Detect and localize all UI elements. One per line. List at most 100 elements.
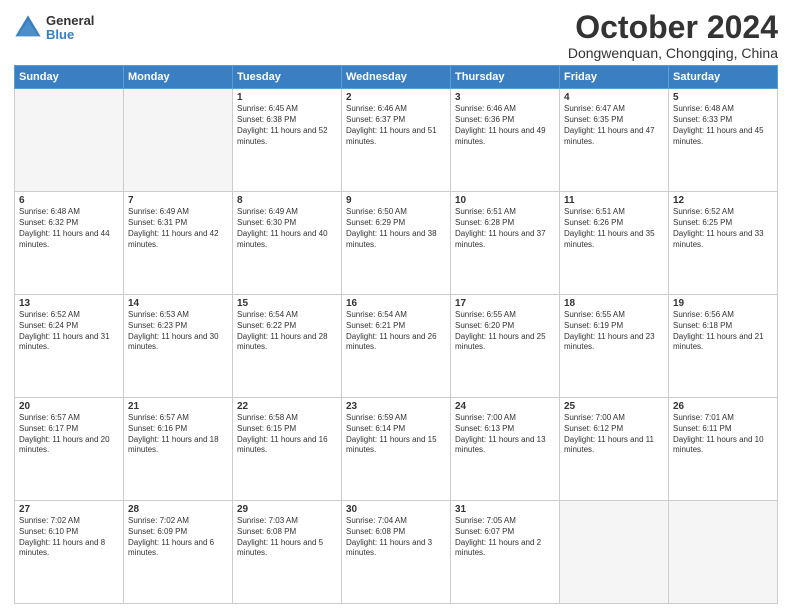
day-number: 23: [346, 401, 446, 412]
weekday-header: Thursday: [451, 66, 560, 89]
calendar-day-cell: 25Sunrise: 7:00 AMSunset: 6:12 PMDayligh…: [560, 398, 669, 501]
day-info: Sunrise: 6:52 AMSunset: 6:25 PMDaylight:…: [673, 207, 773, 250]
day-info: Sunrise: 6:47 AMSunset: 6:35 PMDaylight:…: [564, 104, 664, 147]
calendar-day-cell: 29Sunrise: 7:03 AMSunset: 6:08 PMDayligh…: [233, 501, 342, 604]
day-info: Sunrise: 6:57 AMSunset: 6:16 PMDaylight:…: [128, 413, 228, 456]
logo-blue: Blue: [46, 28, 94, 42]
weekday-header: Sunday: [15, 66, 124, 89]
day-info: Sunrise: 7:02 AMSunset: 6:10 PMDaylight:…: [19, 516, 119, 559]
day-number: 19: [673, 298, 773, 309]
day-number: 26: [673, 401, 773, 412]
day-info: Sunrise: 6:55 AMSunset: 6:20 PMDaylight:…: [455, 310, 555, 353]
day-number: 30: [346, 504, 446, 515]
day-info: Sunrise: 7:03 AMSunset: 6:08 PMDaylight:…: [237, 516, 337, 559]
day-number: 14: [128, 298, 228, 309]
header: General Blue October 2024 Dongwenquan, C…: [14, 10, 778, 61]
calendar-body: 1Sunrise: 6:45 AMSunset: 6:38 PMDaylight…: [15, 89, 778, 604]
calendar-day-cell: 16Sunrise: 6:54 AMSunset: 6:21 PMDayligh…: [342, 295, 451, 398]
day-number: 10: [455, 195, 555, 206]
calendar-day-cell: 12Sunrise: 6:52 AMSunset: 6:25 PMDayligh…: [669, 192, 778, 295]
day-info: Sunrise: 6:46 AMSunset: 6:36 PMDaylight:…: [455, 104, 555, 147]
day-number: 17: [455, 298, 555, 309]
day-info: Sunrise: 7:00 AMSunset: 6:13 PMDaylight:…: [455, 413, 555, 456]
calendar-day-cell: 5Sunrise: 6:48 AMSunset: 6:33 PMDaylight…: [669, 89, 778, 192]
calendar-day-cell: 7Sunrise: 6:49 AMSunset: 6:31 PMDaylight…: [124, 192, 233, 295]
day-number: 1: [237, 92, 337, 103]
calendar-day-cell: 23Sunrise: 6:59 AMSunset: 6:14 PMDayligh…: [342, 398, 451, 501]
calendar-day-cell: 15Sunrise: 6:54 AMSunset: 6:22 PMDayligh…: [233, 295, 342, 398]
day-number: 15: [237, 298, 337, 309]
day-number: 9: [346, 195, 446, 206]
day-info: Sunrise: 6:50 AMSunset: 6:29 PMDaylight:…: [346, 207, 446, 250]
day-info: Sunrise: 6:54 AMSunset: 6:22 PMDaylight:…: [237, 310, 337, 353]
day-info: Sunrise: 7:00 AMSunset: 6:12 PMDaylight:…: [564, 413, 664, 456]
day-number: 2: [346, 92, 446, 103]
day-number: 18: [564, 298, 664, 309]
day-number: 22: [237, 401, 337, 412]
calendar-day-cell: 19Sunrise: 6:56 AMSunset: 6:18 PMDayligh…: [669, 295, 778, 398]
calendar-day-cell: [15, 89, 124, 192]
day-number: 3: [455, 92, 555, 103]
day-number: 21: [128, 401, 228, 412]
calendar-day-cell: 1Sunrise: 6:45 AMSunset: 6:38 PMDaylight…: [233, 89, 342, 192]
page: General Blue October 2024 Dongwenquan, C…: [0, 0, 792, 612]
day-number: 4: [564, 92, 664, 103]
day-number: 29: [237, 504, 337, 515]
day-number: 11: [564, 195, 664, 206]
day-info: Sunrise: 6:51 AMSunset: 6:26 PMDaylight:…: [564, 207, 664, 250]
calendar-day-cell: [669, 501, 778, 604]
weekday-header: Wednesday: [342, 66, 451, 89]
calendar-day-cell: 3Sunrise: 6:46 AMSunset: 6:36 PMDaylight…: [451, 89, 560, 192]
day-number: 7: [128, 195, 228, 206]
calendar-day-cell: [124, 89, 233, 192]
weekday-header: Monday: [124, 66, 233, 89]
day-number: 6: [19, 195, 119, 206]
logo-general: General: [46, 14, 94, 28]
calendar-day-cell: 8Sunrise: 6:49 AMSunset: 6:30 PMDaylight…: [233, 192, 342, 295]
weekday-header: Saturday: [669, 66, 778, 89]
calendar-day-cell: 28Sunrise: 7:02 AMSunset: 6:09 PMDayligh…: [124, 501, 233, 604]
day-number: 16: [346, 298, 446, 309]
calendar-week-row: 20Sunrise: 6:57 AMSunset: 6:17 PMDayligh…: [15, 398, 778, 501]
day-number: 5: [673, 92, 773, 103]
day-info: Sunrise: 7:04 AMSunset: 6:08 PMDaylight:…: [346, 516, 446, 559]
location: Dongwenquan, Chongqing, China: [568, 45, 778, 61]
logo: General Blue: [14, 14, 94, 43]
calendar-day-cell: 18Sunrise: 6:55 AMSunset: 6:19 PMDayligh…: [560, 295, 669, 398]
day-number: 24: [455, 401, 555, 412]
title-block: October 2024 Dongwenquan, Chongqing, Chi…: [568, 10, 778, 61]
logo-text: General Blue: [46, 14, 94, 43]
calendar-table: SundayMondayTuesdayWednesdayThursdayFrid…: [14, 65, 778, 604]
calendar-day-cell: 31Sunrise: 7:05 AMSunset: 6:07 PMDayligh…: [451, 501, 560, 604]
day-info: Sunrise: 6:49 AMSunset: 6:31 PMDaylight:…: [128, 207, 228, 250]
day-info: Sunrise: 7:01 AMSunset: 6:11 PMDaylight:…: [673, 413, 773, 456]
calendar-header: SundayMondayTuesdayWednesdayThursdayFrid…: [15, 66, 778, 89]
day-info: Sunrise: 6:54 AMSunset: 6:21 PMDaylight:…: [346, 310, 446, 353]
calendar-day-cell: 9Sunrise: 6:50 AMSunset: 6:29 PMDaylight…: [342, 192, 451, 295]
calendar-day-cell: 2Sunrise: 6:46 AMSunset: 6:37 PMDaylight…: [342, 89, 451, 192]
day-info: Sunrise: 6:52 AMSunset: 6:24 PMDaylight:…: [19, 310, 119, 353]
weekday-header: Tuesday: [233, 66, 342, 89]
calendar-day-cell: 17Sunrise: 6:55 AMSunset: 6:20 PMDayligh…: [451, 295, 560, 398]
day-number: 28: [128, 504, 228, 515]
day-number: 12: [673, 195, 773, 206]
calendar-day-cell: 21Sunrise: 6:57 AMSunset: 6:16 PMDayligh…: [124, 398, 233, 501]
day-info: Sunrise: 6:59 AMSunset: 6:14 PMDaylight:…: [346, 413, 446, 456]
day-number: 8: [237, 195, 337, 206]
calendar-week-row: 13Sunrise: 6:52 AMSunset: 6:24 PMDayligh…: [15, 295, 778, 398]
day-info: Sunrise: 6:48 AMSunset: 6:33 PMDaylight:…: [673, 104, 773, 147]
calendar-day-cell: 27Sunrise: 7:02 AMSunset: 6:10 PMDayligh…: [15, 501, 124, 604]
day-info: Sunrise: 6:56 AMSunset: 6:18 PMDaylight:…: [673, 310, 773, 353]
day-number: 31: [455, 504, 555, 515]
calendar-day-cell: 6Sunrise: 6:48 AMSunset: 6:32 PMDaylight…: [15, 192, 124, 295]
day-number: 13: [19, 298, 119, 309]
calendar-week-row: 27Sunrise: 7:02 AMSunset: 6:10 PMDayligh…: [15, 501, 778, 604]
day-info: Sunrise: 6:46 AMSunset: 6:37 PMDaylight:…: [346, 104, 446, 147]
logo-icon: [14, 14, 42, 42]
month-title: October 2024: [568, 10, 778, 45]
day-info: Sunrise: 6:49 AMSunset: 6:30 PMDaylight:…: [237, 207, 337, 250]
day-info: Sunrise: 6:51 AMSunset: 6:28 PMDaylight:…: [455, 207, 555, 250]
calendar-day-cell: 30Sunrise: 7:04 AMSunset: 6:08 PMDayligh…: [342, 501, 451, 604]
day-number: 27: [19, 504, 119, 515]
day-info: Sunrise: 6:58 AMSunset: 6:15 PMDaylight:…: [237, 413, 337, 456]
